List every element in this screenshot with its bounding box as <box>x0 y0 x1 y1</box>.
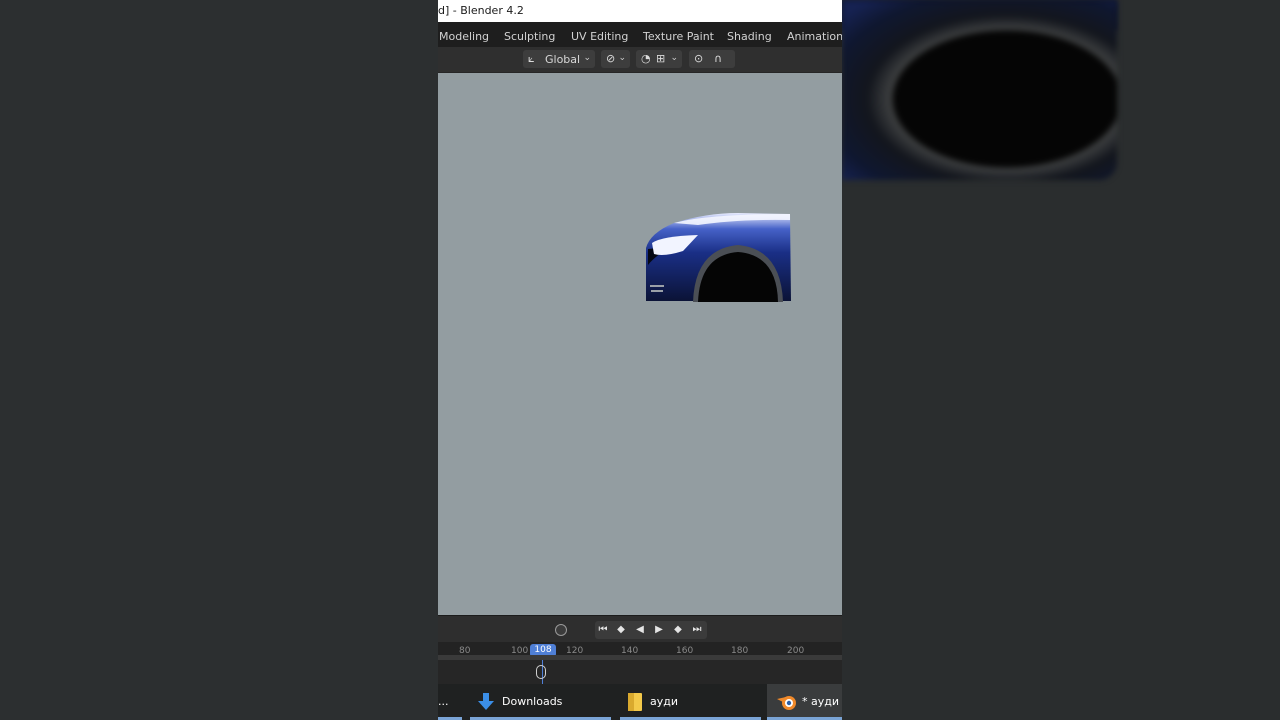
tab-texture-paint[interactable]: Texture Paint <box>643 30 714 43</box>
chevron-down-icon: ⌄ <box>583 53 591 63</box>
taskbar-item-label: * ауди [( <box>802 695 842 708</box>
chevron-down-icon: ⌄ <box>618 53 626 63</box>
window-title: d] - Blender 4.2 <box>438 4 524 17</box>
tab-modeling[interactable]: Modeling <box>439 30 489 43</box>
car-fender-model <box>646 213 791 302</box>
download-arrow-icon <box>478 693 494 710</box>
link-icon: ⊘ <box>606 52 616 65</box>
blurred-background-right <box>842 0 1280 720</box>
falloff-curve-icon: ∩ <box>714 52 723 65</box>
taskbar-item-folder[interactable]: ауди <box>620 684 761 720</box>
blender-window: d] - Blender 4.2 Modeling Sculpting UV E… <box>438 0 842 720</box>
next-keyframe-icon[interactable]: ◆ <box>671 623 685 637</box>
jump-to-keyframe-icon[interactable]: ◆ <box>614 623 628 637</box>
taskbar-item-blender[interactable]: * ауди [( <box>767 684 842 720</box>
blurred-car-wheel <box>842 0 1117 180</box>
taskbar-item-label: ауди <box>650 695 679 708</box>
tab-uv-editing[interactable]: UV Editing <box>571 30 628 43</box>
play-icon[interactable]: ▶ <box>652 623 666 637</box>
pivot-point-dropdown[interactable]: ⊘ ⌄ <box>601 50 630 68</box>
proportional-editing-toggle[interactable]: ⊙ ∩ <box>689 50 735 68</box>
tab-sculpting[interactable]: Sculpting <box>504 30 555 43</box>
jump-to-end-icon[interactable]: ⏭ <box>690 623 704 637</box>
workspace-tabs: Modeling Sculpting UV Editing Texture Pa… <box>438 22 842 47</box>
taskbar-item-label: ... <box>438 695 449 708</box>
auto-keying-record-button[interactable] <box>555 624 567 636</box>
jump-to-start-icon[interactable]: ⏮ <box>596 623 610 637</box>
chevron-down-icon: ⌄ <box>670 53 678 63</box>
snap-dropdown[interactable]: ◔ ⊞ ⌄ <box>636 50 682 68</box>
taskbar-item-label: Downloads <box>502 695 563 708</box>
viewport-header: ⟀ Global ⌄ ⊘ ⌄ ◔ ⊞ ⌄ ⊙ ∩ <box>438 47 842 73</box>
car-body-icon <box>646 213 791 302</box>
orientation-label: Global <box>545 53 581 66</box>
3d-viewport[interactable] <box>438 73 842 615</box>
taskbar-item-app[interactable]: ... <box>438 684 462 720</box>
os-taskbar: ... Downloads ауди * ауди <box>438 684 842 720</box>
timeline-header: ⏮ ◆ ◀ ▶ ◆ ⏭ <box>438 615 842 643</box>
orientation-axes-icon: ⟀ <box>528 52 535 65</box>
tab-shading[interactable]: Shading <box>727 30 772 43</box>
proportional-dot-icon: ⊙ <box>694 52 704 65</box>
transform-orientation-dropdown[interactable]: ⟀ Global ⌄ <box>523 50 595 68</box>
folder-icon <box>628 693 642 711</box>
window-titlebar: d] - Blender 4.2 <box>438 0 842 22</box>
blender-icon <box>777 696 796 710</box>
magnet-icon: ◔ <box>641 52 651 65</box>
taskbar-item-downloads[interactable]: Downloads <box>470 684 611 720</box>
blurred-background-left <box>0 0 438 720</box>
mouse-cursor-icon <box>536 665 546 679</box>
timeline-body[interactable] <box>438 660 842 684</box>
snap-increment-icon: ⊞ <box>656 52 666 65</box>
play-reverse-icon[interactable]: ◀ <box>633 623 647 637</box>
tab-animation[interactable]: Animation <box>787 30 842 43</box>
